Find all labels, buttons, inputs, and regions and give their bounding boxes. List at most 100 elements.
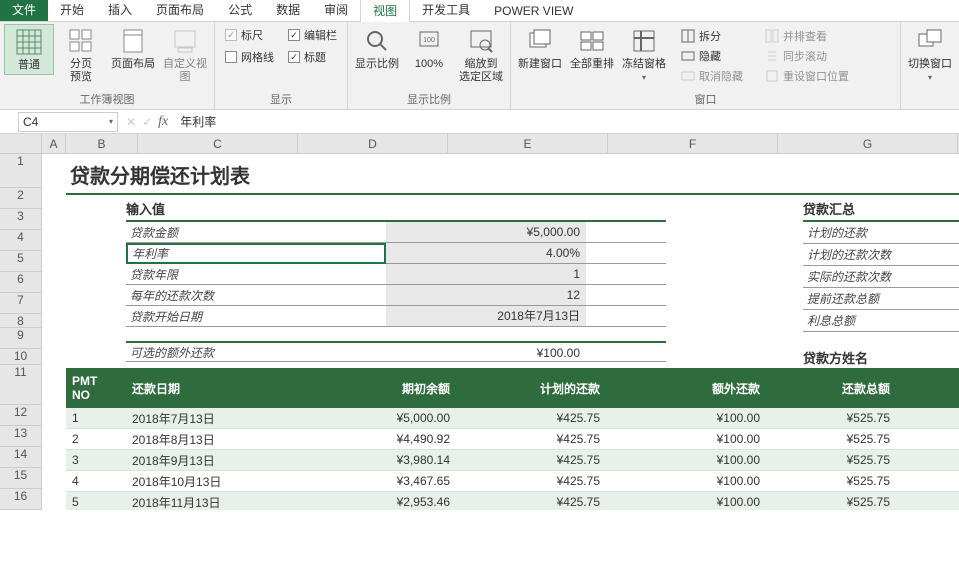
col-header-g[interactable]: G (778, 134, 958, 153)
row-header[interactable]: 8 (0, 314, 42, 328)
th-balance: 期初余额 (306, 380, 456, 397)
split-label: 拆分 (699, 28, 721, 44)
zoom-button[interactable]: 显示比例 (352, 24, 402, 73)
tab-formulas[interactable]: 公式 (216, 0, 264, 21)
row-header[interactable]: 1 (0, 154, 42, 188)
zoom-selection-label: 缩放到 选定区域 (459, 58, 503, 84)
rate-value[interactable]: 4.00% (386, 243, 586, 263)
table-row[interactable]: 52018年11月13日¥2,953.46¥425.75¥100.00¥525.… (66, 492, 959, 510)
cell-date: 2018年8月13日 (126, 431, 306, 448)
arrange-all-button[interactable]: 全部重排 (567, 24, 617, 73)
table-row[interactable]: 42018年10月13日¥3,467.65¥425.75¥100.00¥525.… (66, 471, 959, 492)
ruler-checkbox[interactable]: ✓标尺 (219, 24, 280, 46)
row-header[interactable]: 3 (0, 209, 42, 230)
tab-data[interactable]: 数据 (264, 0, 312, 21)
years-value[interactable]: 1 (386, 264, 586, 284)
th-scheduled: 计划的还款 (456, 380, 606, 397)
zoom100-button[interactable]: 100 100% (404, 24, 454, 73)
syncscroll-icon (765, 49, 779, 63)
col-header-d[interactable]: D (298, 134, 448, 153)
table-row[interactable]: 12018年7月13日¥5,000.00¥425.75¥100.00¥525.7… (66, 408, 959, 429)
normal-view-button[interactable]: 普通 (4, 24, 54, 75)
customview-button[interactable]: 自定义视图 (160, 24, 210, 86)
row-header[interactable]: 9 (0, 328, 42, 349)
col-header-c[interactable]: C (138, 134, 298, 153)
fx-icon[interactable]: fx (158, 114, 168, 130)
formulabar-checkbox[interactable]: ✓编辑栏 (282, 24, 343, 46)
row-header[interactable]: 4 (0, 230, 42, 251)
row-header[interactable]: 5 (0, 251, 42, 272)
row-header[interactable]: 11 (0, 365, 42, 405)
group-switch: 切换窗口 ▾ (901, 22, 959, 109)
table-row[interactable]: 32018年9月13日¥3,980.14¥425.75¥100.00¥525.7… (66, 450, 959, 471)
amount-value[interactable]: ¥5,000.00 (386, 222, 586, 242)
pagelayout-label: 页面布局 (111, 58, 155, 71)
tab-file[interactable]: 文件 (0, 0, 48, 21)
cancel-formula-icon[interactable]: ✕ (126, 115, 136, 129)
svg-text:100: 100 (423, 37, 435, 44)
freeze-panes-button[interactable]: 冻结窗格 ▾ (619, 24, 669, 86)
zoom-selection-icon (466, 26, 496, 56)
tab-layout[interactable]: 页面布局 (144, 0, 216, 21)
resetpos-button[interactable]: 重设窗口位置 (759, 66, 855, 86)
switch-window-button[interactable]: 切换窗口 ▾ (905, 24, 955, 86)
col-header-b[interactable]: B (66, 134, 138, 153)
row-header[interactable]: 15 (0, 468, 42, 489)
row-header[interactable]: 16 (0, 489, 42, 510)
row-header[interactable]: 7 (0, 293, 42, 314)
syncscroll-button[interactable]: 同步滚动 (759, 46, 855, 66)
start-label: 贷款开始日期 (126, 308, 386, 325)
new-window-button[interactable]: 新建窗口 (515, 24, 565, 73)
unhide-button[interactable]: 取消隐藏 (675, 66, 749, 86)
split-button[interactable]: 拆分 (675, 26, 749, 46)
row-header[interactable]: 14 (0, 447, 42, 468)
group-show: ✓标尺 网格线 ✓编辑栏 ✓标题 显示 (215, 22, 348, 109)
chevron-down-icon: ▾ (642, 73, 646, 82)
tab-view[interactable]: 视图 (360, 0, 410, 22)
row-header[interactable]: 13 (0, 426, 42, 447)
input-start-row: 贷款开始日期2018年7月13日 (126, 306, 666, 327)
cell-balance: ¥3,980.14 (306, 453, 456, 467)
cell-balance: ¥2,953.46 (306, 495, 456, 509)
resetpos-icon (765, 69, 779, 83)
lender-section-header: 贷款方姓名 (803, 346, 959, 371)
cells-area[interactable]: 贷款分期偿还计划表 输入值 贷款金额¥5,000.00 年利率4.00% 贷款年… (42, 154, 959, 510)
input-payments-row: 每年的还款次数12 (126, 285, 666, 306)
checkbox-icon (225, 51, 237, 63)
sidebyside-button[interactable]: 并排查看 (759, 26, 855, 46)
row-header[interactable]: 6 (0, 272, 42, 293)
tab-home[interactable]: 开始 (48, 0, 96, 21)
formula-input[interactable]: 年利率 (172, 113, 959, 130)
col-header-a[interactable]: A (42, 134, 66, 153)
extra-value[interactable]: ¥100.00 (386, 343, 586, 361)
checkbox-icon: ✓ (225, 29, 237, 41)
col-header-e[interactable]: E (448, 134, 608, 153)
gridlines-checkbox[interactable]: 网格线 (219, 46, 280, 68)
cell-date: 2018年7月13日 (126, 410, 306, 427)
tab-review[interactable]: 审阅 (312, 0, 360, 21)
tab-developer[interactable]: 开发工具 (410, 0, 482, 21)
headings-checkbox[interactable]: ✓标题 (282, 46, 343, 68)
cell-date: 2018年10月13日 (126, 473, 306, 490)
row-header[interactable]: 2 (0, 188, 42, 209)
tab-insert[interactable]: 插入 (96, 0, 144, 21)
accept-formula-icon[interactable]: ✓ (142, 115, 152, 129)
row-header[interactable]: 10 (0, 349, 42, 365)
payments-value[interactable]: 12 (386, 285, 586, 305)
col-header-f[interactable]: F (608, 134, 778, 153)
cell-total: ¥525.75 (766, 453, 896, 467)
row-header[interactable]: 12 (0, 405, 42, 426)
table-row[interactable]: 22018年8月13日¥4,490.92¥425.75¥100.00¥525.7… (66, 429, 959, 450)
row-headers: 1 2 3 4 5 6 7 8 9 10 11 12 13 14 15 16 (0, 154, 42, 510)
hide-button[interactable]: 隐藏 (675, 46, 749, 66)
th-pmt: PMT NO (66, 374, 126, 403)
tab-powerview[interactable]: POWER VIEW (482, 1, 585, 21)
select-all-corner[interactable] (0, 134, 42, 153)
name-box[interactable]: C4▾ (18, 112, 118, 132)
group-window-label: 窗口 (515, 89, 896, 109)
pagebreak-button[interactable]: 分页 预览 (56, 24, 106, 86)
headings-label: 标题 (304, 49, 326, 65)
zoom-selection-button[interactable]: 缩放到 选定区域 (456, 24, 506, 86)
start-value[interactable]: 2018年7月13日 (386, 306, 586, 326)
pagelayout-button[interactable]: 页面布局 (108, 24, 158, 73)
